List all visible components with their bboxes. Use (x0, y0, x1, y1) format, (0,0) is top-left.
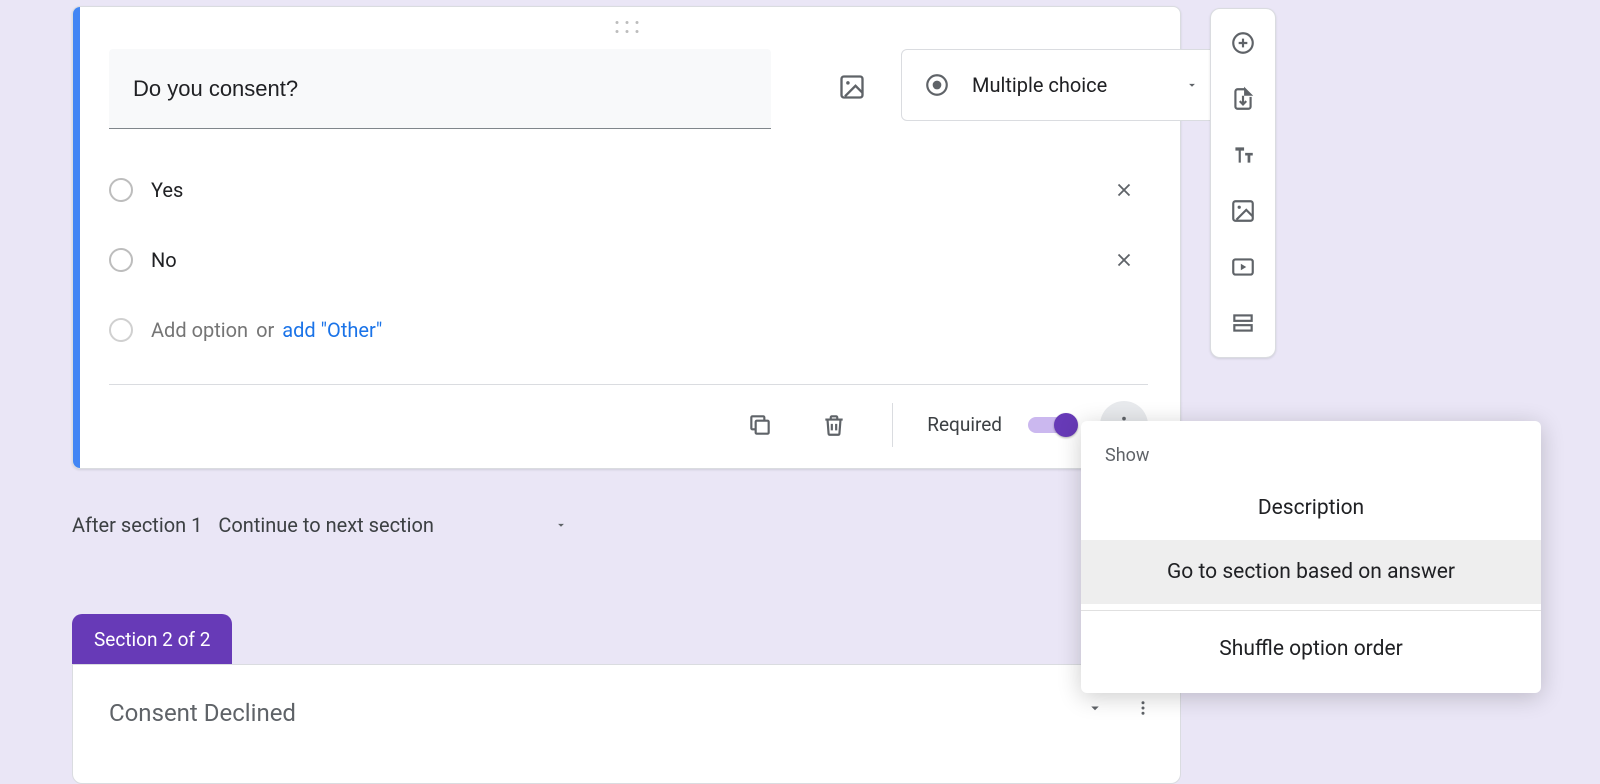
duplicate-button[interactable] (736, 401, 784, 449)
menu-item-shuffle[interactable]: Shuffle option order (1081, 617, 1541, 681)
add-image-button[interactable] (832, 67, 872, 107)
add-video-button[interactable] (1219, 243, 1267, 291)
add-other-button[interactable]: add "Other" (282, 318, 382, 342)
required-label: Required (927, 413, 1002, 436)
add-option-row: Add option or add "Other" (109, 295, 1144, 365)
question-options-menu: Show Description Go to section based on … (1081, 421, 1541, 693)
drag-handle-icon[interactable] (615, 21, 638, 33)
question-type-label: Multiple choice (972, 73, 1107, 97)
chevron-down-icon (1086, 699, 1104, 717)
import-icon (1230, 86, 1256, 112)
collapse-section-button[interactable] (1086, 699, 1104, 717)
image-icon (838, 73, 866, 101)
menu-item-description[interactable]: Description (1081, 476, 1541, 540)
chevron-down-icon (1185, 78, 1199, 92)
add-section-button[interactable] (1219, 299, 1267, 347)
question-card: Multiple choice Yes No Add option or add… (72, 6, 1181, 469)
menu-separator (1081, 610, 1541, 611)
chevron-down-icon (554, 518, 568, 532)
radio-icon (924, 72, 950, 98)
floating-toolbar (1210, 8, 1276, 358)
more-vertical-icon (1134, 699, 1152, 717)
question-type-select[interactable]: Multiple choice (901, 49, 1222, 121)
section-chip-label: Section 2 of 2 (94, 628, 210, 651)
delete-button[interactable] (810, 401, 858, 449)
question-footer: Required (109, 384, 1148, 446)
menu-header: Show (1081, 429, 1541, 476)
section-card: Consent Declined (72, 664, 1181, 784)
close-icon (1113, 179, 1135, 201)
copy-icon (747, 412, 773, 438)
add-image-toolbar-button[interactable] (1219, 187, 1267, 235)
after-section-row: After section 1 Continue to next section (72, 502, 1181, 548)
trash-icon (821, 412, 847, 438)
divider (892, 403, 893, 447)
menu-item-go-to-section[interactable]: Go to section based on answer (1081, 540, 1541, 604)
radio-icon (109, 178, 133, 202)
option-row: No (109, 225, 1144, 295)
radio-icon (109, 318, 133, 342)
options-list: Yes No Add option or add "Other" (109, 155, 1144, 365)
import-questions-button[interactable] (1219, 75, 1267, 123)
section-chip: Section 2 of 2 (72, 614, 232, 664)
section-icon (1230, 310, 1256, 336)
option-label[interactable]: Yes (151, 178, 183, 202)
option-label[interactable]: No (151, 248, 177, 272)
option-row: Yes (109, 155, 1144, 225)
remove-option-button[interactable] (1104, 240, 1144, 280)
title-icon (1230, 142, 1256, 168)
after-section-value: Continue to next section (218, 513, 434, 537)
image-icon (1230, 198, 1256, 224)
after-section-select[interactable]: Continue to next section (218, 513, 568, 537)
section-more-button[interactable] (1134, 699, 1152, 717)
add-option-button[interactable]: Add option (151, 318, 248, 342)
required-toggle[interactable] (1028, 417, 1074, 433)
add-title-button[interactable] (1219, 131, 1267, 179)
remove-option-button[interactable] (1104, 170, 1144, 210)
plus-circle-icon (1230, 30, 1256, 56)
add-question-button[interactable] (1219, 19, 1267, 67)
video-icon (1230, 254, 1256, 280)
radio-icon (109, 248, 133, 272)
close-icon (1113, 249, 1135, 271)
after-section-label: After section 1 (72, 513, 202, 537)
or-label: or (256, 318, 274, 342)
question-title-input[interactable] (109, 49, 771, 129)
section-title-input[interactable]: Consent Declined (109, 699, 1144, 727)
